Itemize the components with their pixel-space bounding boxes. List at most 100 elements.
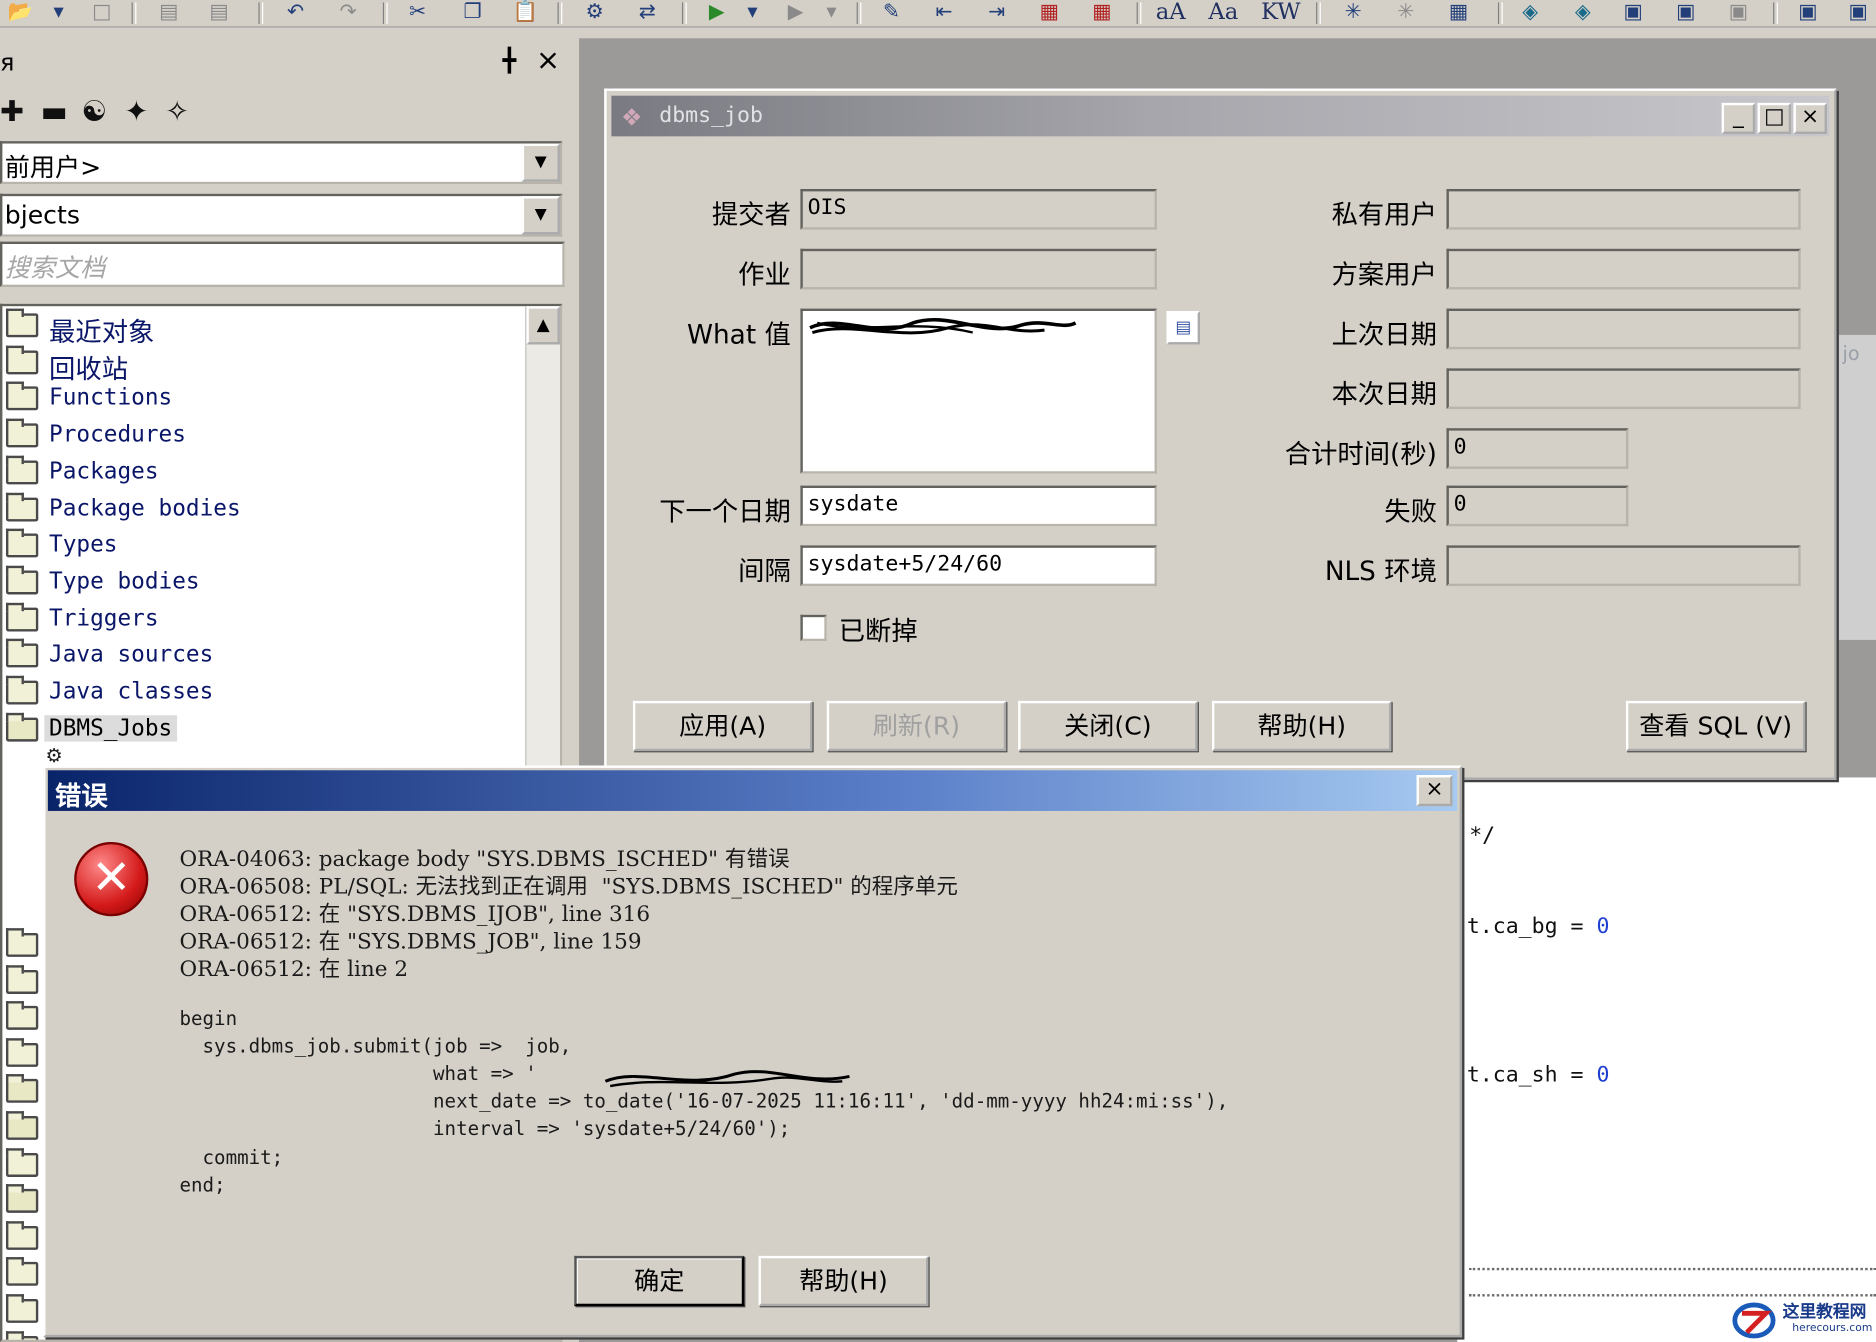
job-node-icon[interactable]: ⚙ bbox=[45, 744, 62, 767]
tree-item[interactable]: Type bodies bbox=[2, 565, 528, 602]
cut-icon[interactable]: ✂ bbox=[402, 0, 433, 24]
dropdown-arrow-icon[interactable]: ▾ bbox=[48, 0, 70, 24]
folder-icon[interactable] bbox=[5, 1257, 39, 1287]
broken-checkbox[interactable] bbox=[800, 614, 827, 642]
tree-item[interactable]: 最近对象 bbox=[2, 308, 528, 348]
disconnect-icon[interactable]: ◈ bbox=[1567, 0, 1598, 24]
maximize-button[interactable]: □ bbox=[1757, 102, 1792, 134]
folder-icon[interactable] bbox=[5, 1074, 39, 1104]
close-icon[interactable]: × bbox=[536, 43, 560, 76]
job-field[interactable] bbox=[800, 248, 1157, 290]
print-icon[interactable]: ▤ bbox=[153, 0, 184, 24]
this-date-field[interactable] bbox=[1446, 368, 1801, 410]
open-folder-icon[interactable]: 📂 bbox=[5, 0, 36, 24]
last-date-field[interactable] bbox=[1446, 308, 1801, 350]
lowercase-button[interactable]: Aa bbox=[1208, 0, 1238, 24]
error-title-bar[interactable]: 错误 × bbox=[47, 770, 1458, 812]
print-preview-icon[interactable]: ▤ bbox=[203, 0, 234, 24]
debug-icon[interactable]: ✳ bbox=[1338, 0, 1369, 24]
copy-icon[interactable]: ❐ bbox=[457, 0, 488, 24]
cascade-icon[interactable]: ▣ bbox=[1792, 0, 1823, 24]
tree-item[interactable]: 回收站 bbox=[2, 345, 528, 385]
tree-item[interactable]: DBMS_Jobs bbox=[2, 712, 528, 748]
object-type-select[interactable]: bjects ▼ bbox=[0, 193, 563, 237]
nls-env-field[interactable] bbox=[1446, 545, 1801, 587]
schema-user-field[interactable] bbox=[1446, 248, 1801, 290]
folder-icon[interactable] bbox=[5, 1294, 39, 1323]
keyword-case-button[interactable]: KW bbox=[1261, 0, 1301, 24]
filter-edit-icon[interactable]: ✧ bbox=[165, 96, 189, 127]
help-button[interactable]: 帮助(H) bbox=[1211, 700, 1392, 752]
execute-icon[interactable]: ▶ bbox=[701, 0, 732, 24]
pin-icon[interactable]: ╋ bbox=[503, 48, 517, 74]
tree-scrollbar[interactable]: ▲ bbox=[525, 306, 560, 785]
folder-icon[interactable] bbox=[5, 1330, 39, 1340]
editor-popup-icon[interactable]: ▤ bbox=[1166, 310, 1201, 345]
undo-icon[interactable]: ↶ bbox=[280, 0, 311, 24]
submitter-field[interactable]: OIS bbox=[800, 188, 1157, 230]
tree-item[interactable]: Types bbox=[2, 528, 528, 565]
replace-icon[interactable]: ⇄ bbox=[632, 0, 663, 24]
tree-item[interactable]: Package bodies bbox=[2, 492, 528, 528]
tree-item[interactable]: Functions bbox=[2, 382, 528, 418]
folder-icon[interactable] bbox=[5, 1037, 39, 1067]
tile-icon[interactable]: ▣ bbox=[1723, 0, 1754, 24]
tree-item[interactable]: Procedures bbox=[2, 418, 528, 455]
close-dialog-button[interactable]: 关闭(C) bbox=[1018, 700, 1198, 752]
interval-field[interactable]: sysdate+5/24/60 bbox=[800, 545, 1157, 587]
user-select[interactable]: 前用户> ▼ bbox=[0, 141, 563, 185]
uppercase-button[interactable]: aA bbox=[1156, 0, 1186, 24]
dialog-title-bar[interactable]: ❖ dbms_job _ □ × bbox=[611, 95, 1830, 137]
folder-icon[interactable] bbox=[5, 1111, 39, 1140]
explain-plan-icon[interactable]: ▦ bbox=[1443, 0, 1474, 24]
execute-dropdown-icon[interactable]: ▾ bbox=[742, 0, 764, 24]
what-textarea[interactable] bbox=[800, 308, 1157, 474]
filter-icon[interactable]: ✦ bbox=[124, 96, 148, 127]
minimize-button[interactable]: _ bbox=[1721, 102, 1756, 134]
redo-icon[interactable]: ↷ bbox=[333, 0, 364, 24]
find-icon[interactable]: ⚙ bbox=[579, 0, 610, 24]
scroll-up-icon[interactable]: ▲ bbox=[526, 306, 560, 345]
close-button[interactable]: × bbox=[1793, 102, 1827, 134]
folder-icon[interactable] bbox=[5, 1220, 39, 1250]
connect-icon[interactable]: ◈ bbox=[1515, 0, 1546, 24]
folder-icon[interactable] bbox=[5, 1147, 39, 1177]
failures-field[interactable]: 0 bbox=[1446, 485, 1629, 527]
remove-icon[interactable]: ▬ bbox=[41, 96, 68, 127]
more-icon[interactable]: ▣ bbox=[1843, 0, 1874, 24]
refresh-button[interactable]: 刷新(R) bbox=[826, 700, 1007, 752]
chevron-down-icon[interactable]: ▼ bbox=[521, 143, 560, 182]
total-time-field[interactable]: 0 bbox=[1446, 428, 1629, 469]
ok-button[interactable]: 确定 bbox=[574, 1255, 745, 1307]
next-date-field[interactable]: sysdate bbox=[800, 485, 1157, 527]
export-icon[interactable]: ▣ bbox=[1618, 0, 1649, 24]
folder-icon[interactable] bbox=[5, 928, 39, 957]
close-button[interactable]: × bbox=[1416, 775, 1453, 807]
indent-icon[interactable]: ⇤ bbox=[928, 0, 959, 24]
unindent-icon[interactable]: ⇥ bbox=[981, 0, 1012, 24]
tree-item[interactable]: Triggers bbox=[2, 602, 528, 638]
edit-icon[interactable]: ✎ bbox=[876, 0, 907, 24]
commit-icon[interactable]: ▶ bbox=[780, 0, 811, 24]
apply-button[interactable]: 应用(A) bbox=[632, 700, 813, 752]
folder-icon[interactable] bbox=[5, 1184, 39, 1214]
commit-dropdown-icon[interactable]: ▾ bbox=[821, 0, 843, 24]
binoculars-icon[interactable]: ☯ bbox=[81, 96, 107, 127]
window-icon[interactable]: ▣ bbox=[1670, 0, 1701, 24]
folder-icon[interactable] bbox=[5, 964, 39, 994]
debug-step-icon[interactable]: ✳ bbox=[1390, 0, 1421, 24]
paste-icon[interactable]: 📋 bbox=[510, 0, 541, 24]
uncomment-icon[interactable]: ▦ bbox=[1086, 0, 1117, 24]
tree-item[interactable]: Packages bbox=[2, 455, 528, 491]
tree-item[interactable]: Java sources bbox=[2, 639, 528, 675]
chevron-down-icon[interactable]: ▼ bbox=[521, 196, 560, 235]
folder-icon[interactable] bbox=[5, 1001, 39, 1031]
view-sql-button[interactable]: 查看 SQL (V) bbox=[1625, 700, 1806, 752]
add-icon[interactable]: ✚ bbox=[0, 96, 24, 127]
tree-item[interactable]: Java classes bbox=[2, 675, 528, 712]
save-icon[interactable]: □ bbox=[86, 0, 117, 24]
private-user-field[interactable] bbox=[1446, 188, 1801, 230]
search-input[interactable]: 搜索文档 bbox=[0, 241, 565, 288]
comment-icon[interactable]: ▦ bbox=[1034, 0, 1065, 24]
sql-editor-background[interactable] bbox=[1457, 777, 1876, 1342]
